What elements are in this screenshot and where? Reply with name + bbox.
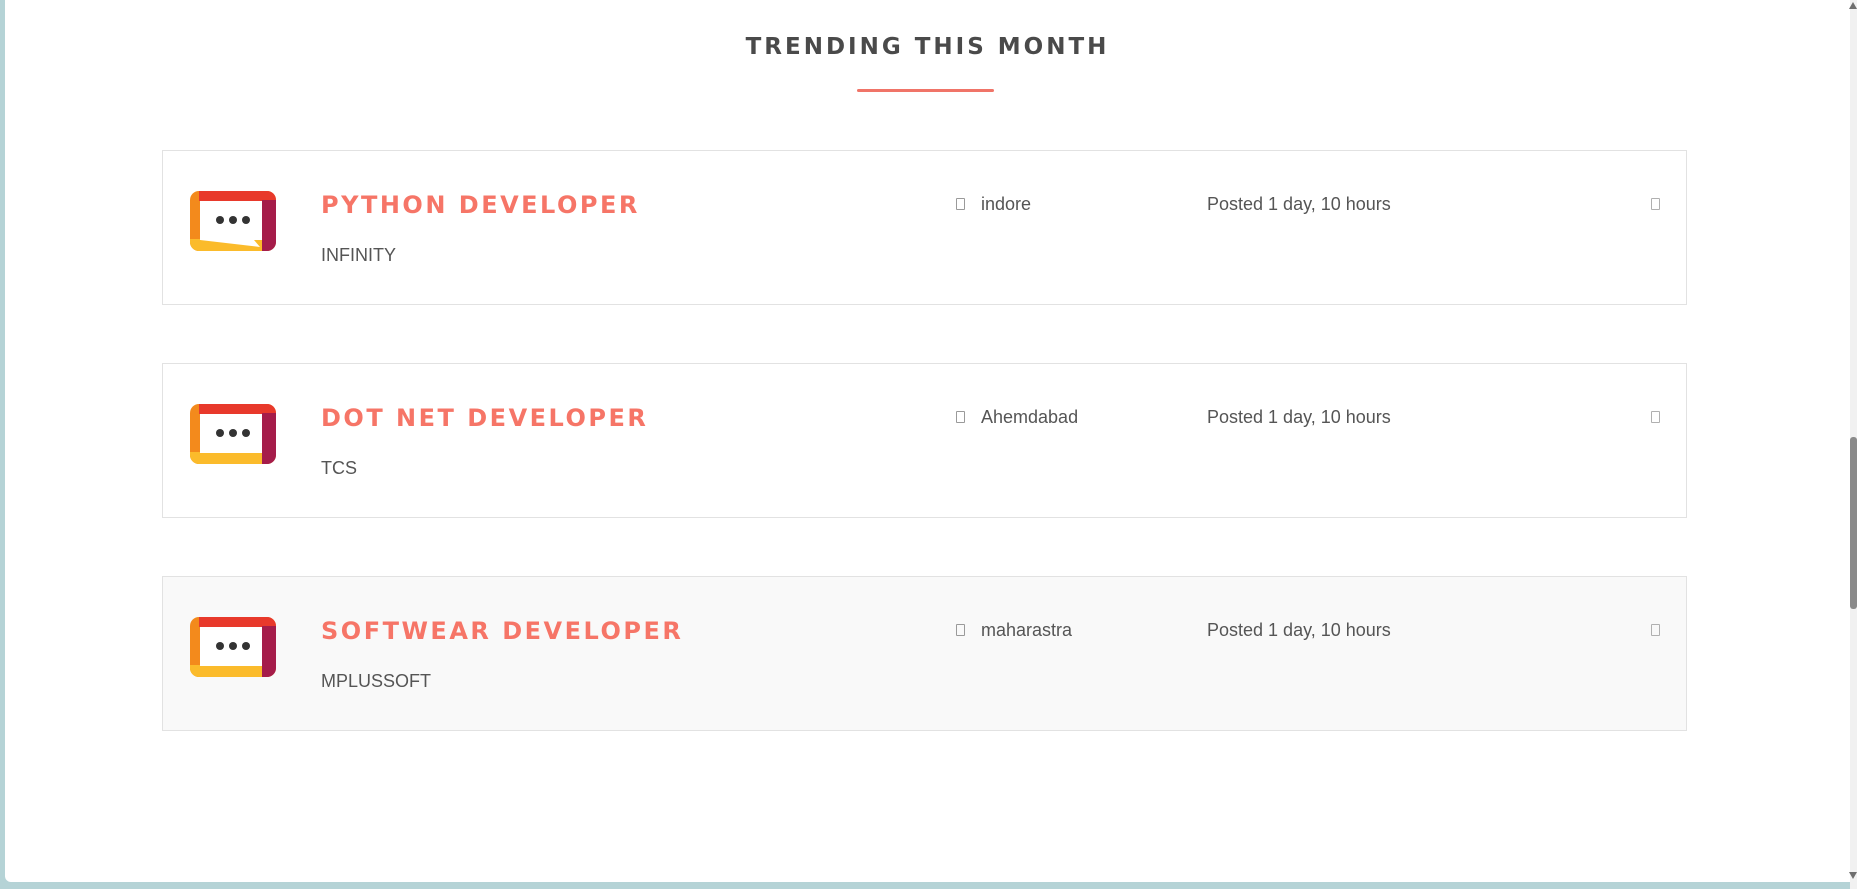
section-title: TRENDING THIS MONTH <box>745 34 1110 60</box>
scrollbar[interactable] <box>1849 0 1857 889</box>
job-title[interactable]: PYTHON DEVELOPER <box>321 191 640 219</box>
title-underline <box>857 89 994 92</box>
bookmark-icon[interactable] <box>1651 411 1660 423</box>
chat-bubble-logo-icon <box>190 191 276 251</box>
job-card[interactable]: PYTHON DEVELOPER INFINITY indore Posted … <box>162 150 1687 305</box>
job-location: Ahemdabad <box>981 407 1079 427</box>
job-title[interactable]: DOT NET DEVELOPER <box>321 404 648 432</box>
company-name: INFINITY <box>321 245 396 265</box>
chat-bubble-logo-icon <box>190 617 276 677</box>
posted-time: Posted 1 day, 10 hours <box>1207 194 1391 214</box>
scrollbar-thumb[interactable] <box>1850 437 1857 609</box>
chat-bubble-logo-icon <box>190 404 276 464</box>
location-icon <box>956 624 965 636</box>
job-title[interactable]: SOFTWEAR DEVELOPER <box>321 617 683 645</box>
posted-time: Posted 1 day, 10 hours <box>1207 407 1391 427</box>
page: TRENDING THIS MONTH PYTHON DEVELOPER INF… <box>5 0 1850 882</box>
job-card[interactable]: DOT NET DEVELOPER TCS Ahemdabad Posted 1… <box>162 363 1687 518</box>
company-name: MPLUSSOFT <box>321 671 432 691</box>
scroll-down-arrow-icon[interactable] <box>1849 872 1857 879</box>
bookmark-icon[interactable] <box>1651 624 1660 636</box>
location-icon <box>956 411 965 423</box>
scroll-up-arrow-icon[interactable] <box>1849 2 1857 9</box>
job-card[interactable]: SOFTWEAR DEVELOPER MPLUSSOFT maharastra … <box>162 576 1687 731</box>
location-icon <box>956 198 965 210</box>
company-name: TCS <box>321 458 357 478</box>
bookmark-icon[interactable] <box>1651 198 1660 210</box>
job-location: maharastra <box>981 620 1073 640</box>
posted-time: Posted 1 day, 10 hours <box>1207 620 1391 640</box>
job-location: indore <box>981 194 1032 214</box>
